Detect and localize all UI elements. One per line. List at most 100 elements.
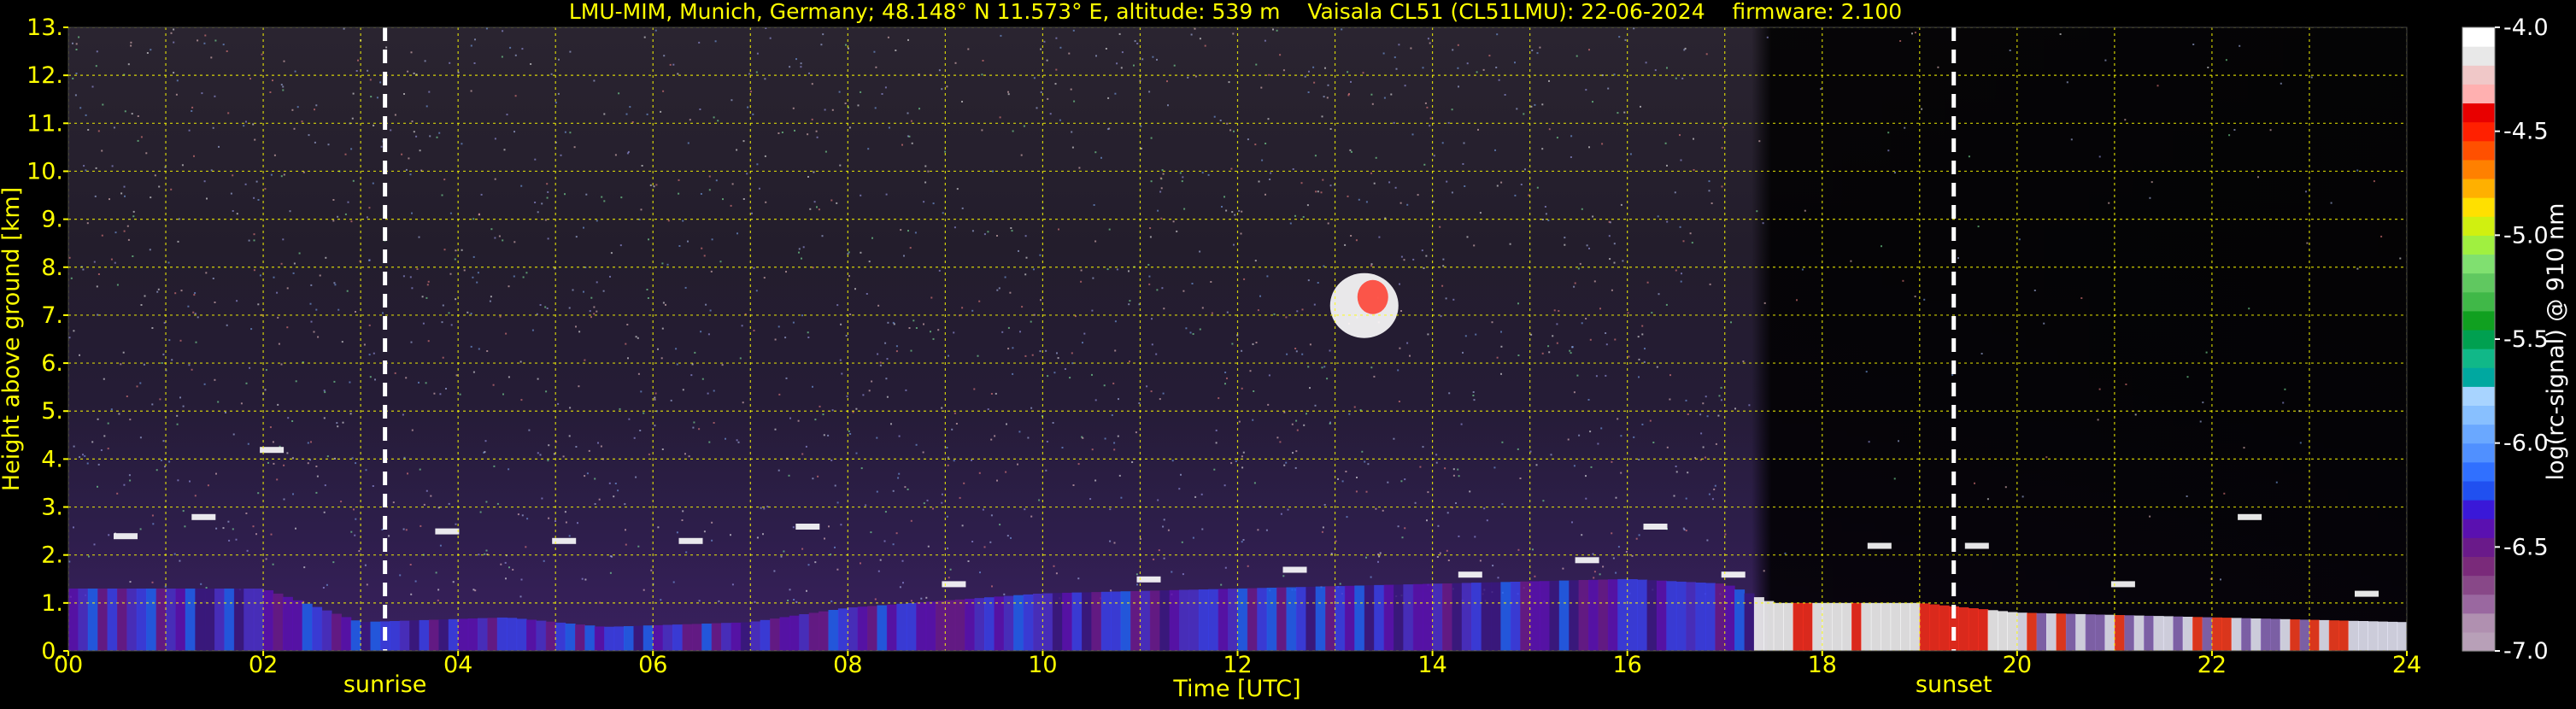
noise-point — [472, 589, 475, 591]
noise-point — [150, 196, 152, 199]
noise-point — [1622, 260, 1624, 262]
boundary-layer-column — [1851, 602, 1862, 651]
noise-point — [1564, 243, 1566, 246]
noise-point — [583, 290, 584, 293]
noise-point — [336, 422, 338, 425]
noise-point — [662, 302, 665, 304]
noise-point — [232, 433, 235, 436]
noise-point — [813, 201, 816, 203]
noise-point — [844, 103, 847, 104]
noise-point — [1496, 356, 1499, 359]
noise-point — [1080, 269, 1083, 272]
noise-point — [1387, 481, 1389, 483]
noise-point — [910, 519, 912, 522]
noise-point — [1162, 173, 1165, 175]
noise-point — [1282, 69, 1285, 72]
noise-point — [961, 101, 963, 103]
noise-point — [294, 70, 296, 73]
noise-point — [831, 108, 834, 111]
noise-point — [932, 202, 935, 205]
noise-point — [714, 40, 717, 43]
noise-point — [1464, 335, 1467, 337]
noise-point — [2299, 442, 2302, 444]
noise-point — [839, 359, 842, 361]
boundary-layer-column — [2095, 614, 2106, 651]
colorbar-tick-label: -6.5 — [2503, 534, 2549, 560]
noise-point — [123, 185, 126, 188]
noise-point — [1350, 150, 1353, 153]
noise-point — [774, 338, 777, 341]
x-tick-label: 06 — [638, 652, 667, 678]
noise-point — [753, 267, 755, 269]
noise-point — [103, 378, 105, 380]
noise-point — [470, 345, 472, 348]
noise-point — [633, 437, 636, 439]
boundary-layer-column — [1588, 579, 1599, 651]
noise-point — [1001, 331, 1004, 333]
noise-point — [814, 561, 817, 564]
noise-point — [347, 201, 349, 203]
boundary-layer-column — [1481, 582, 1492, 651]
noise-point — [951, 428, 954, 431]
noise-point — [1687, 472, 1689, 474]
noise-point — [848, 275, 850, 278]
noise-point — [701, 247, 703, 249]
noise-point — [1541, 148, 1544, 150]
noise-point — [819, 405, 821, 407]
noise-point — [1128, 303, 1130, 306]
boundary-layer-column — [1998, 611, 2008, 651]
colorbar-segment — [2462, 235, 2495, 255]
noise-point — [1552, 335, 1554, 337]
noise-point — [979, 571, 981, 574]
noise-point — [575, 446, 578, 448]
noise-point — [332, 199, 335, 201]
noise-point — [1742, 360, 1745, 363]
noise-point — [461, 249, 463, 251]
noise-point — [1365, 490, 1368, 493]
noise-point — [660, 357, 663, 360]
noise-point — [1269, 179, 1271, 180]
noise-point — [742, 198, 745, 200]
noise-point — [430, 495, 432, 497]
noise-point — [1238, 420, 1241, 423]
noise-point — [1221, 206, 1223, 208]
noise-point — [1579, 262, 1581, 265]
noise-point — [925, 596, 928, 599]
noise-point — [1474, 536, 1476, 538]
noise-point — [1452, 49, 1454, 51]
noise-point — [1109, 508, 1112, 511]
noise-point — [2066, 81, 2068, 84]
noise-point — [857, 104, 860, 107]
noise-point — [474, 589, 477, 592]
noise-point — [1025, 256, 1028, 259]
boundary-layer-column — [1793, 602, 1804, 651]
colorbar-tick-label: -4.0 — [2503, 15, 2549, 41]
noise-point — [171, 359, 173, 361]
noise-point — [182, 405, 185, 407]
noise-point — [1151, 318, 1153, 320]
noise-point — [1304, 75, 1306, 78]
noise-point — [598, 498, 601, 501]
boundary-layer-column — [1208, 589, 1219, 651]
noise-point — [368, 207, 371, 209]
noise-point — [989, 541, 992, 543]
noise-point — [354, 534, 356, 536]
noise-point — [593, 79, 596, 82]
noise-point — [625, 543, 627, 546]
noise-point — [627, 150, 630, 153]
noise-point — [794, 129, 795, 132]
noise-point — [332, 561, 335, 564]
noise-point — [1295, 350, 1298, 353]
noise-point — [1457, 67, 1459, 69]
colorbar-segment — [2462, 272, 2495, 293]
boundary-layer-column — [399, 620, 410, 651]
noise-point — [764, 155, 766, 157]
chart-svg: LMU-MIM, Munich, Germany; 48.148° N 11.5… — [0, 0, 2569, 702]
noise-point — [1358, 198, 1360, 201]
noise-point — [438, 132, 441, 134]
noise-point — [816, 206, 818, 208]
noise-point — [1010, 536, 1012, 539]
noise-point — [1019, 331, 1021, 333]
noise-point — [83, 165, 85, 167]
noise-point — [1424, 102, 1427, 104]
